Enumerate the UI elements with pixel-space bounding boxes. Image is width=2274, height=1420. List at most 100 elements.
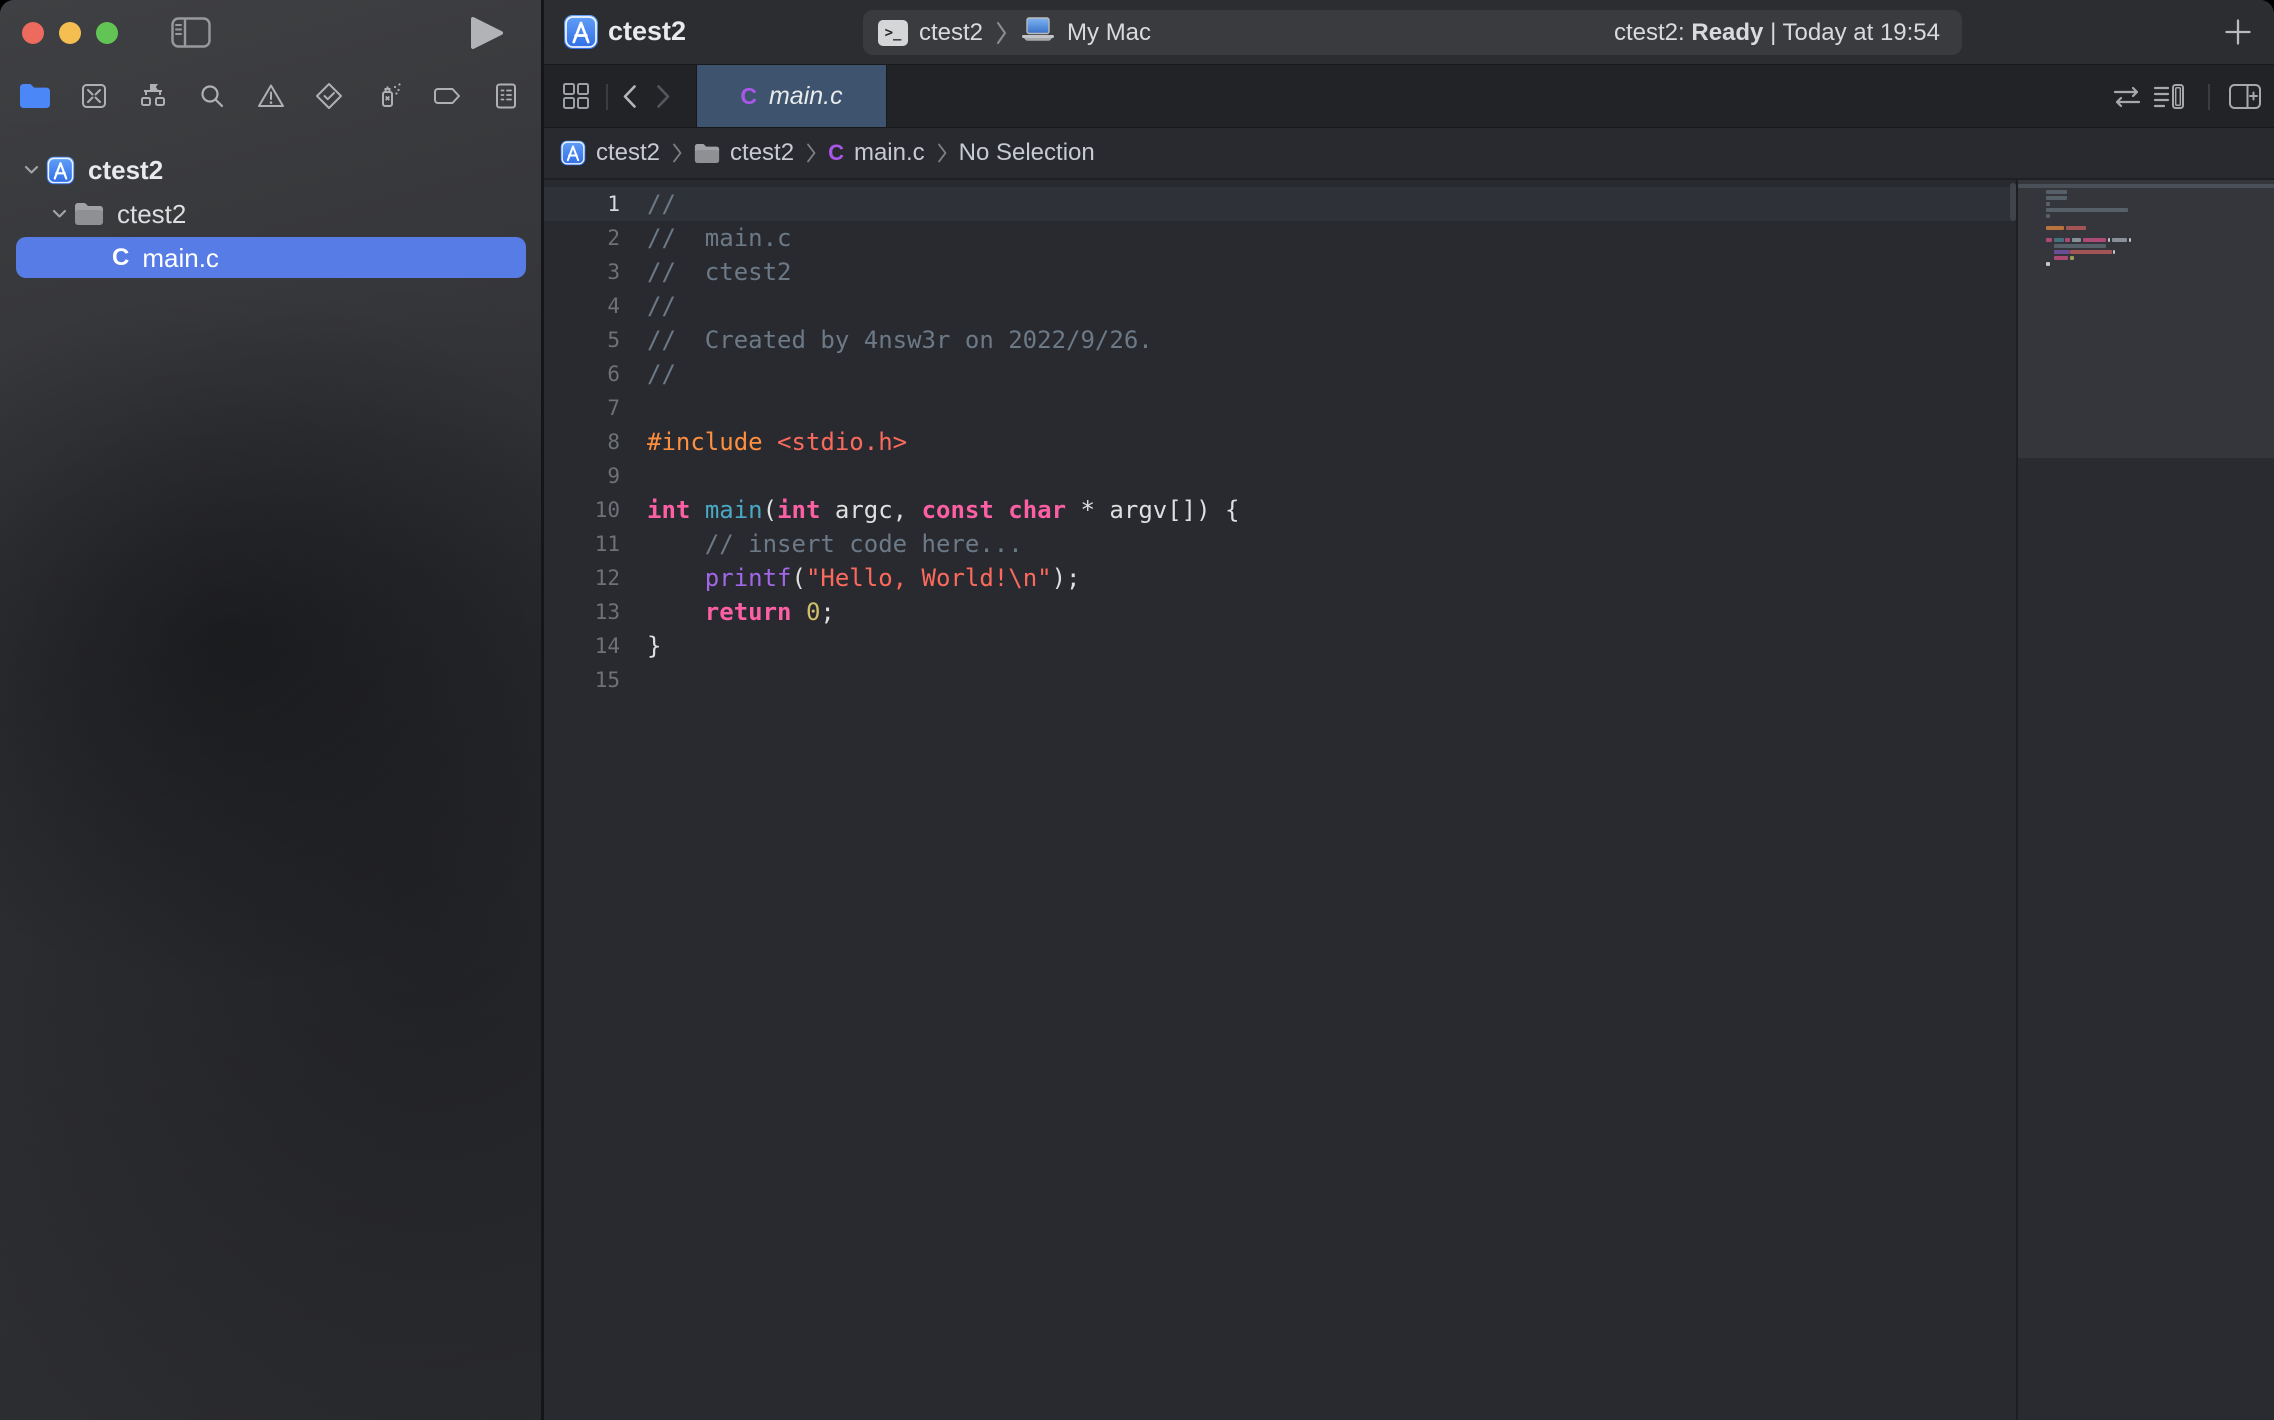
minimap-line-bar — [2046, 196, 2067, 200]
scheme-selector[interactable]: >_ ctest2 My Mac — [863, 17, 1614, 49]
run-button[interactable] — [470, 16, 504, 55]
code-line-14[interactable]: 14} — [544, 629, 2016, 663]
tree-item-ctest2[interactable]: ctest2 — [0, 148, 541, 192]
tab-label: main.c — [769, 82, 843, 111]
code-line-1[interactable]: 1// — [544, 187, 2016, 221]
scheme-terminal-icon: >_ — [878, 20, 908, 46]
go-back-button[interactable] — [622, 84, 637, 114]
code-line-12[interactable]: 12 printf("Hello, World!\n"); — [544, 561, 2016, 595]
line-number: 13 — [544, 595, 620, 629]
my-mac-icon — [1020, 17, 1056, 49]
code-text: // — [647, 187, 676, 221]
c-file-badge: C — [740, 83, 757, 110]
chevron-right-icon — [656, 84, 671, 109]
minimap-line-bar — [2046, 208, 2128, 212]
code-line-11[interactable]: 11 // insert code here... — [544, 527, 2016, 561]
xcode-project-icon — [560, 140, 586, 166]
add-editor-button[interactable] — [2228, 83, 2262, 115]
chevron-left-icon — [622, 84, 637, 109]
breadcrumb-item-main-c[interactable]: Cmain.c — [828, 139, 925, 167]
sidebar-titlebar — [0, 0, 541, 65]
breakpoint-tag-icon — [431, 81, 463, 111]
symbol-navigator-tab[interactable] — [132, 75, 174, 117]
library-add-button[interactable] — [2224, 18, 2252, 51]
toolbar: ctest2 >_ ctest2 My Mac ctest2: Ready | … — [544, 0, 2274, 65]
debug-navigator-tab[interactable] — [367, 75, 409, 117]
disclosure-chevron-icon[interactable] — [52, 209, 67, 219]
c-file-icon: C — [112, 244, 129, 272]
report-navigator-tab[interactable] — [485, 75, 527, 117]
code-text: // insert code here... — [647, 527, 1023, 561]
show-all-tabs-button[interactable] — [562, 82, 590, 115]
code-text: int main(int argc, const char * argv[]) … — [647, 493, 1239, 527]
spray-can-icon — [373, 81, 403, 111]
tab-main-c[interactable]: C main.c — [696, 65, 887, 127]
code-line-4[interactable]: 4 // — [544, 289, 2016, 323]
adjust-editor-options-button[interactable] — [2153, 83, 2185, 115]
code-line-5[interactable]: 5// Created by 4nsw3r on 2022/9/26. — [544, 323, 2016, 357]
tree-item-ctest2[interactable]: ctest2 — [0, 192, 541, 236]
source-control-navigator-tab[interactable] — [73, 75, 115, 117]
find-navigator-tab[interactable] — [191, 75, 233, 117]
minimize-button[interactable] — [59, 22, 81, 44]
breadcrumb-item-no-selection[interactable]: No Selection — [959, 139, 1095, 167]
code-line-10[interactable]: 10int main(int argc, const char * argv[]… — [544, 493, 2016, 527]
breadcrumb-item-ctest2[interactable]: ctest2 — [694, 139, 794, 167]
minimap-line-bar — [2070, 250, 2112, 254]
main-area: ctest2 >_ ctest2 My Mac ctest2: Ready | … — [544, 0, 2274, 1420]
activity-view[interactable]: >_ ctest2 My Mac ctest2: Ready | Today a… — [863, 10, 1962, 55]
project-app-icon — [563, 14, 599, 50]
minimap-line-bar — [2046, 238, 2052, 242]
code-editor[interactable]: 1//2// main.c3// ctest24//5// Created by… — [544, 180, 2016, 1420]
folder-icon — [74, 202, 104, 226]
tabbar-divider — [606, 84, 608, 110]
c-file-icon: C — [828, 140, 844, 166]
code-line-8[interactable]: 8#include <stdio.h> — [544, 425, 2016, 459]
plus-icon — [2224, 18, 2252, 46]
editor-options-icon — [2153, 83, 2185, 110]
minimap[interactable] — [2018, 180, 2274, 1420]
status-time: | Today at 19:54 — [1770, 19, 1940, 46]
tree-item-main-c[interactable]: Cmain.c — [0, 236, 541, 280]
editor-tab-bar: C main.c — [544, 65, 2274, 128]
issue-navigator-tab[interactable] — [250, 75, 292, 117]
project-navigator-tree: ctest2ctest2Cmain.c — [0, 148, 541, 280]
code-line-13[interactable]: 13 return 0; — [544, 595, 2016, 629]
code-line-7[interactable]: 7 — [544, 391, 2016, 425]
play-icon — [470, 16, 504, 50]
folder-icon — [694, 143, 720, 164]
code-text: // — [647, 357, 676, 391]
line-number: 4 — [544, 289, 620, 323]
grid-icon — [562, 82, 590, 110]
breadcrumb-item-ctest2[interactable]: ctest2 — [560, 139, 660, 167]
code-text: // — [647, 289, 676, 323]
code-line-2[interactable]: 2// main.c — [544, 221, 2016, 255]
zoom-button[interactable] — [96, 22, 118, 44]
breadcrumb-label: No Selection — [959, 139, 1095, 167]
line-number: 9 — [544, 459, 620, 493]
toggle-sidebar-button[interactable] — [171, 17, 211, 53]
xcode-project-icon — [46, 156, 75, 185]
go-forward-button[interactable] — [656, 84, 671, 114]
navigator-sidebar: ctest2ctest2Cmain.c — [0, 0, 541, 1420]
code-text: printf("Hello, World!\n"); — [647, 561, 1081, 595]
minimap-line-bar — [2054, 256, 2068, 260]
line-number: 5 — [544, 323, 620, 357]
split-editor-plus-icon — [2228, 83, 2262, 110]
disclosure-chevron-icon[interactable] — [24, 165, 39, 175]
code-text: } — [647, 629, 661, 663]
breakpoint-navigator-tab[interactable] — [426, 75, 468, 117]
minimap-line-bar — [2072, 238, 2081, 242]
code-line-15[interactable]: 15 — [544, 663, 2016, 697]
folder-icon — [19, 83, 51, 109]
project-navigator-tab[interactable] — [14, 75, 56, 117]
code-review-button[interactable] — [2112, 86, 2142, 113]
code-line-9[interactable]: 9 — [544, 459, 2016, 493]
laptop-icon — [1020, 17, 1056, 42]
code-line-3[interactable]: 3// ctest2 — [544, 255, 2016, 289]
sidebar-resize-divider[interactable] — [541, 0, 544, 1420]
test-navigator-tab[interactable] — [308, 75, 350, 117]
destination-name: My Mac — [1067, 19, 1151, 47]
close-button[interactable] — [22, 22, 44, 44]
code-line-6[interactable]: 6// — [544, 357, 2016, 391]
